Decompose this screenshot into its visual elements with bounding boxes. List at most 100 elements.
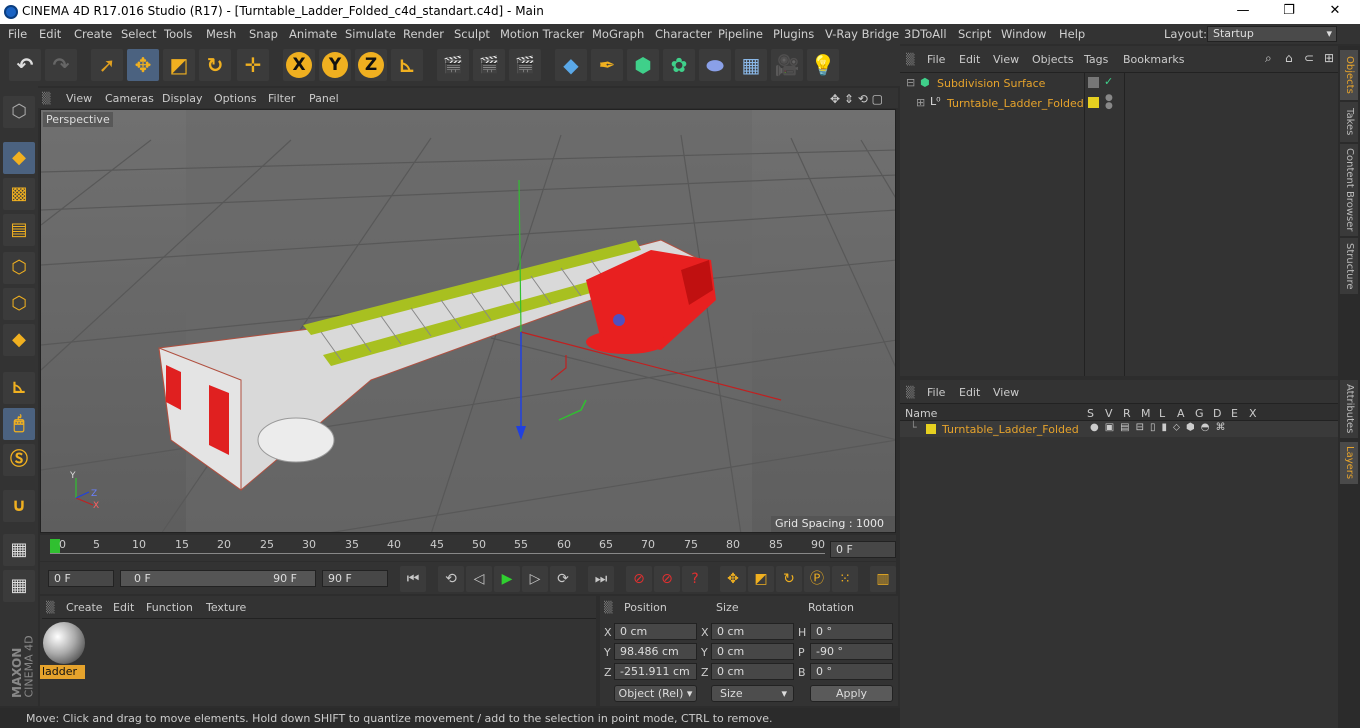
key-position-button[interactable]: ✥ xyxy=(720,566,746,592)
tweak-mode-button[interactable]: 🖱 xyxy=(3,408,35,440)
menu-animate[interactable]: Animate xyxy=(289,27,337,41)
material-swatch[interactable] xyxy=(43,622,85,664)
viewport-nav-icons[interactable]: ✥ ⇕ ⟲ ▢ xyxy=(830,92,883,106)
autokey-button[interactable]: ⊘ xyxy=(654,566,680,592)
key-pla-button[interactable]: ⁙ xyxy=(832,566,858,592)
layers-menu-view[interactable]: View xyxy=(993,386,1019,399)
menu-render[interactable]: Render xyxy=(403,27,444,41)
viewport-menu-display[interactable]: Display xyxy=(162,92,203,105)
material-menu-edit[interactable]: Edit xyxy=(113,601,134,614)
menu-script[interactable]: Script xyxy=(958,27,991,41)
rot-p-field[interactable]: -90 ° xyxy=(810,643,893,660)
go-to-end-button[interactable]: ⏭ xyxy=(588,566,614,592)
coordinate-mode-dropdown[interactable]: Object (Rel) ▾ xyxy=(614,685,697,702)
new-view-icon[interactable]: ⊞ xyxy=(1324,51,1334,65)
camera-button[interactable]: 🎥 xyxy=(771,49,803,81)
record-button[interactable]: ⊘ xyxy=(626,566,652,592)
light-button[interactable]: 💡 xyxy=(807,49,839,81)
go-to-start-button[interactable]: ⏮ xyxy=(400,566,426,592)
workplane-lock-button[interactable]: ▦ xyxy=(3,534,35,566)
material-name[interactable]: ladder xyxy=(40,665,85,679)
search-icon[interactable]: ⌕ xyxy=(1265,51,1272,66)
make-editable-button[interactable]: ⬡ xyxy=(3,96,35,128)
viewport-menu-panel[interactable]: Panel xyxy=(309,92,339,105)
menu-select[interactable]: Select xyxy=(121,27,156,41)
menu-3dtoall[interactable]: 3DToAll xyxy=(904,27,947,41)
size-y-field[interactable]: 0 cm xyxy=(711,643,794,660)
current-frame-field[interactable]: 0 F xyxy=(830,541,896,558)
move-tool-button[interactable]: ✥ xyxy=(127,49,159,81)
enabled-check-icon[interactable]: ✓ xyxy=(1104,75,1113,88)
magnet-button[interactable]: ∪ xyxy=(3,490,35,522)
axis-mode-button[interactable]: ⊾ xyxy=(3,372,35,404)
layer-row[interactable]: └ Turntable_Ladder_Folded ●▣▤⊟▯▮⬦⬢◓⌘ xyxy=(900,421,1338,437)
object-name[interactable]: Subdivision Surface xyxy=(937,77,1045,90)
layer-name[interactable]: Turntable_Ladder_Folded xyxy=(942,423,1079,436)
layers-menu-edit[interactable]: Edit xyxy=(959,386,980,399)
minimize-button[interactable]: — xyxy=(1220,0,1266,24)
key-parameter-button[interactable]: Ⓟ xyxy=(804,566,830,592)
key-scale-button[interactable]: ◩ xyxy=(748,566,774,592)
link-icon[interactable]: ⊂ xyxy=(1304,51,1314,65)
layers-menu-file[interactable]: File xyxy=(927,386,945,399)
menu-snap[interactable]: Snap xyxy=(249,27,278,41)
layer-flag-icons[interactable]: ●▣▤⊟▯▮⬦⬢◓⌘ xyxy=(1090,422,1231,433)
viewport-menu-cameras[interactable]: Cameras xyxy=(105,92,154,105)
menu-sculpt[interactable]: Sculpt xyxy=(454,27,490,41)
cube-primitive-button[interactable]: ◆ xyxy=(555,49,587,81)
timeline-window-button[interactable]: ▥ xyxy=(870,566,896,592)
menu-help[interactable]: Help xyxy=(1059,27,1085,41)
render-view-button[interactable]: 🎬 xyxy=(437,49,469,81)
object-name[interactable]: Turntable_Ladder_Folded xyxy=(947,97,1084,110)
previous-key-button[interactable]: ⟲ xyxy=(438,566,464,592)
object-row[interactable]: ⊟ ⬢ Subdivision Surface ✓ xyxy=(900,74,1338,92)
polygons-mode-button[interactable]: ◆ xyxy=(3,324,35,356)
subdivision-button[interactable]: ⬢ xyxy=(627,49,659,81)
layer-color-swatch[interactable] xyxy=(1088,97,1099,108)
start-frame-field[interactable]: 0 F xyxy=(48,570,114,587)
menu-motion-tracker[interactable]: Motion Tracker xyxy=(500,27,584,41)
material-menu-function[interactable]: Function xyxy=(146,601,193,614)
pos-y-field[interactable]: 98.486 cm xyxy=(614,643,697,660)
3d-viewport[interactable]: Perspective Y Z X Grid Spacing : 1000 cm xyxy=(40,109,896,533)
menu-create[interactable]: Create xyxy=(74,27,112,41)
material-menu-create[interactable]: Create xyxy=(66,601,103,614)
workplane-align-button[interactable]: ▦ xyxy=(3,570,35,602)
menu-mesh[interactable]: Mesh xyxy=(206,27,236,41)
menu-plugins[interactable]: Plugins xyxy=(773,27,814,41)
maximize-button[interactable]: ❐ xyxy=(1266,0,1312,24)
tab-objects[interactable]: Objects xyxy=(1340,50,1358,100)
visibility-dots-icon[interactable]: ● ● xyxy=(1105,94,1113,111)
objects-menu-file[interactable]: File xyxy=(927,53,945,66)
next-key-button[interactable]: ⟳ xyxy=(550,566,576,592)
objects-menu-tags[interactable]: Tags xyxy=(1084,53,1108,66)
menu-pipeline[interactable]: Pipeline xyxy=(718,27,763,41)
previous-frame-button[interactable]: ◁ xyxy=(466,566,492,592)
workplane-mode-button[interactable]: ▤ xyxy=(3,214,35,246)
objects-menu-edit[interactable]: Edit xyxy=(959,53,980,66)
points-mode-button[interactable]: ⬡ xyxy=(3,252,35,284)
render-settings-button[interactable]: 🎬 xyxy=(509,49,541,81)
tree-collapse-icon[interactable]: ⊟ xyxy=(906,76,915,89)
key-rotation-button[interactable]: ↻ xyxy=(776,566,802,592)
x-axis-lock-button[interactable]: X xyxy=(283,49,315,81)
size-mode-dropdown[interactable]: Size ▾ xyxy=(711,685,794,702)
timeline-ruler[interactable]: 0 5 10 15 20 25 30 35 40 45 50 55 60 65 … xyxy=(40,535,896,561)
object-row[interactable]: ⊞ L⁰ Turntable_Ladder_Folded ● ● xyxy=(900,94,1338,112)
menu-tools[interactable]: Tools xyxy=(164,27,192,41)
snap-button[interactable]: Ⓢ xyxy=(3,444,35,476)
rot-h-field[interactable]: 0 ° xyxy=(810,623,893,640)
layer-color-swatch[interactable] xyxy=(1088,77,1099,88)
objects-menu-view[interactable]: View xyxy=(993,53,1019,66)
floor-button[interactable]: ▦ xyxy=(735,49,767,81)
menu-file[interactable]: File xyxy=(8,27,27,41)
pos-x-field[interactable]: 0 cm xyxy=(614,623,697,640)
apply-button[interactable]: Apply xyxy=(810,685,893,702)
transform-tool-button[interactable]: ✛ xyxy=(237,49,269,81)
model-mode-button[interactable]: ◆ xyxy=(3,142,35,174)
end-frame-field[interactable]: 90 F xyxy=(322,570,388,587)
edges-mode-button[interactable]: ⬡ xyxy=(3,288,35,320)
keyframe-selection-button[interactable]: ? xyxy=(682,566,708,592)
tab-attributes[interactable]: Attributes xyxy=(1340,380,1358,438)
rotate-tool-button[interactable]: ↻ xyxy=(199,49,231,81)
